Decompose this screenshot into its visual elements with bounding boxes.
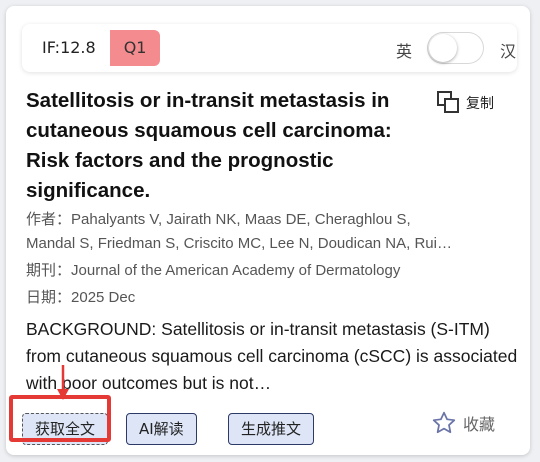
authors-label: 作者：: [26, 211, 72, 228]
lang-chinese-label: 汉: [500, 42, 517, 61]
paper-card: IF:12.8 Q1 英 汉 Satellitosis or in-transi…: [6, 6, 530, 455]
journal: 期刊：Journal of the American Academy of De…: [26, 259, 400, 283]
metrics-bar: IF:12.8 Q1 英 汉: [22, 24, 517, 72]
copy-button[interactable]: 复制: [436, 90, 494, 116]
language-toggle[interactable]: [427, 32, 484, 64]
paper-title[interactable]: Satellitosis or in-transit metastasis in…: [26, 86, 426, 206]
copy-icon: [437, 91, 459, 113]
star-icon: [432, 411, 456, 434]
journal-name: Journal of the American Academy of Derma…: [71, 262, 401, 279]
favorite-label: 收藏: [463, 415, 496, 434]
metrics: IF:12.8 Q1: [26, 30, 161, 66]
quartile-badge: Q1: [109, 30, 161, 66]
lang-english-label: 英: [396, 42, 413, 61]
journal-label: 期刊：: [26, 262, 72, 279]
authors-line-2: Mandal S, Friedman S, Criscito MC, Lee N…: [26, 235, 452, 252]
fulltext-highlight-box: [9, 395, 111, 442]
generate-post-button[interactable]: 生成推文: [228, 413, 315, 445]
authors-line-1: Pahalyants V, Jairath NK, Maas DE, Chera…: [71, 211, 411, 228]
authors: 作者：Pahalyants V, Jairath NK, Maas DE, Ch…: [26, 208, 524, 256]
date-value: 2025 Dec: [71, 289, 136, 306]
favorite-button[interactable]: 收藏: [431, 410, 495, 436]
toggle-knob: [429, 34, 457, 62]
publish-date: 日期：2025 Dec: [26, 286, 135, 310]
impact-factor-badge: IF:12.8: [26, 30, 110, 66]
abstract: BACKGROUND: Satellitosis or in-transit m…: [26, 319, 518, 393]
ai-read-button[interactable]: AI解读: [126, 413, 197, 445]
copy-label: 复制: [466, 96, 494, 112]
date-label: 日期：: [26, 289, 72, 306]
